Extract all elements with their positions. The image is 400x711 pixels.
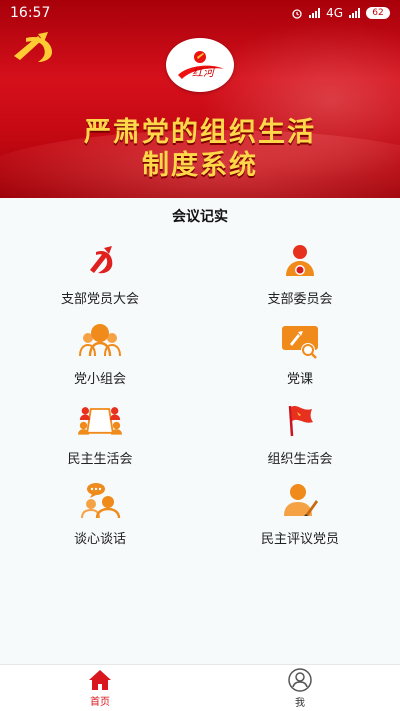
alarm-icon [292, 9, 302, 19]
menu-item-label: 党课 [286, 372, 313, 387]
menu-item-branch-general-meeting[interactable]: 支部党员大会 [0, 238, 200, 318]
menu-item-label: 支部委员会 [267, 292, 333, 307]
group-people-icon [78, 318, 122, 362]
status-time: 16:57 [10, 5, 51, 21]
committee-person-icon [278, 238, 322, 282]
menu-item-democratic-evaluation[interactable]: 民主评议党员 [200, 478, 400, 558]
section-title: 会议记实 [172, 209, 228, 225]
signal2-icon [349, 8, 360, 18]
menu-item-label: 支部党员大会 [60, 292, 139, 307]
tab-me-label: 我 [295, 697, 305, 709]
network-type: 4G [326, 6, 343, 20]
party-flag-icon [78, 238, 122, 282]
signal-icon [309, 8, 321, 18]
bottom-tab-bar: 首页 我 [0, 664, 400, 711]
menu-item-label: 谈心谈话 [73, 532, 126, 547]
menu-item-party-lesson[interactable]: 党课 [200, 318, 400, 398]
tab-home-label: 首页 [90, 696, 110, 708]
menu-item-label: 民主生活会 [67, 452, 133, 467]
tab-me[interactable]: 我 [200, 665, 400, 711]
svg-text:红河: 红河 [192, 66, 216, 79]
menu-item-label: 党小组会 [73, 372, 126, 387]
menu-item-democratic-life-meeting[interactable]: 民主生活会 [0, 398, 200, 478]
home-icon [89, 669, 111, 690]
status-bar: 16:57 4G 62 [0, 0, 400, 26]
party-emblem-icon [14, 32, 52, 62]
tab-home[interactable]: 首页 [0, 665, 200, 711]
battery-icon: 62 [366, 7, 390, 19]
meeting-table-icon [78, 398, 122, 442]
menu-item-label: 组织生活会 [267, 452, 333, 467]
banner-title-line2: 制度系统 [142, 150, 258, 181]
party-lesson-icon [278, 318, 322, 362]
status-right: 4G 62 [291, 6, 390, 20]
evaluate-person-icon [278, 478, 322, 522]
user-icon [288, 667, 312, 692]
menu-item-label: 民主评议党员 [260, 532, 339, 547]
header-banner: 红河 严肃党的组织生活 制度系统 [0, 0, 400, 198]
menu-item-heart-to-heart-talk[interactable]: 谈心谈话 [0, 478, 200, 558]
app-screen: 红河 严肃党的组织生活 制度系统 16:57 4G 62 会议记实 支部党员大会… [0, 0, 400, 711]
menu-item-branch-committee[interactable]: 支部委员会 [200, 238, 400, 318]
menu-item-party-group-meeting[interactable]: 党小组会 [0, 318, 200, 398]
hongHe-logo: 红河 [166, 38, 234, 92]
chat-people-icon [78, 478, 122, 522]
menu-item-organization-life-meeting[interactable]: 组织生活会 [200, 398, 400, 478]
red-flag-icon [278, 398, 322, 442]
